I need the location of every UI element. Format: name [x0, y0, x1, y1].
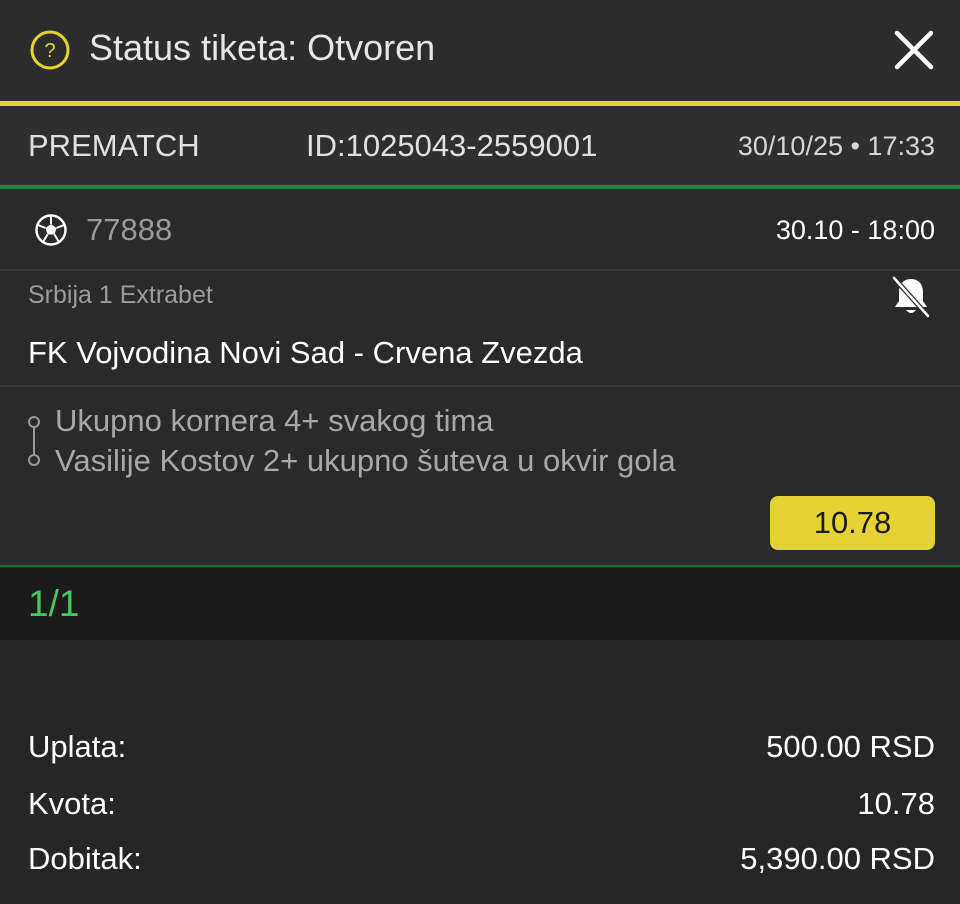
selection-item: Vasilije Kostov 2+ ukupno šuteva u okvir… [55, 443, 676, 478]
stake-label: Uplata: [28, 729, 127, 764]
events-count: 1/1 [28, 583, 80, 624]
question-circle-icon[interactable]: ? [29, 29, 71, 71]
ticket-type: PREMATCH [28, 128, 200, 163]
payout-value: 5,390.00 RSD [740, 841, 935, 876]
league-name: Srbija 1 Extrabet [28, 281, 213, 309]
ticket-id: ID:1025043-2559001 [306, 128, 598, 163]
ticket-header: ? Status tiketa: Otvoren [0, 0, 960, 101]
ticket-datetime: 30/10/25 • 17:33 [737, 131, 935, 161]
close-icon[interactable] [891, 27, 937, 73]
events-count-strip: 1/1 [0, 565, 960, 640]
ticket-status-title: Status tiketa: Otvoren [89, 27, 436, 68]
row-divider [0, 269, 960, 271]
total-odds-value: 10.78 [857, 786, 935, 821]
match-name: FK Vojvodina Novi Sad - Crvena Zvezda [28, 335, 583, 370]
ticket-info-bar: PREMATCH ID:1025043-2559001 30/10/25 • 1… [0, 106, 960, 185]
payout-label: Dobitak: [28, 841, 142, 876]
ticket-detail-screen: ? Status tiketa: Otvoren PREMATCH ID:102… [0, 0, 960, 904]
total-odds-label: Kvota: [28, 786, 116, 821]
selection-connector-icon [28, 416, 40, 466]
selection-item: Ukupno kornera 4+ svakog tima [55, 403, 494, 438]
event-start-time: 30.10 - 18:00 [775, 215, 935, 245]
odds-badge[interactable]: 10.78 [770, 496, 935, 550]
bell-off-icon[interactable] [889, 274, 933, 320]
row-divider [0, 385, 960, 387]
svg-text:?: ? [44, 40, 55, 62]
soccer-ball-icon [35, 214, 67, 246]
event-code: 77888 [86, 212, 173, 247]
event-card: 77888 30.10 - 18:00 Srbija 1 Extrabet FK… [0, 189, 960, 565]
stake-value: 500.00 RSD [766, 729, 935, 764]
